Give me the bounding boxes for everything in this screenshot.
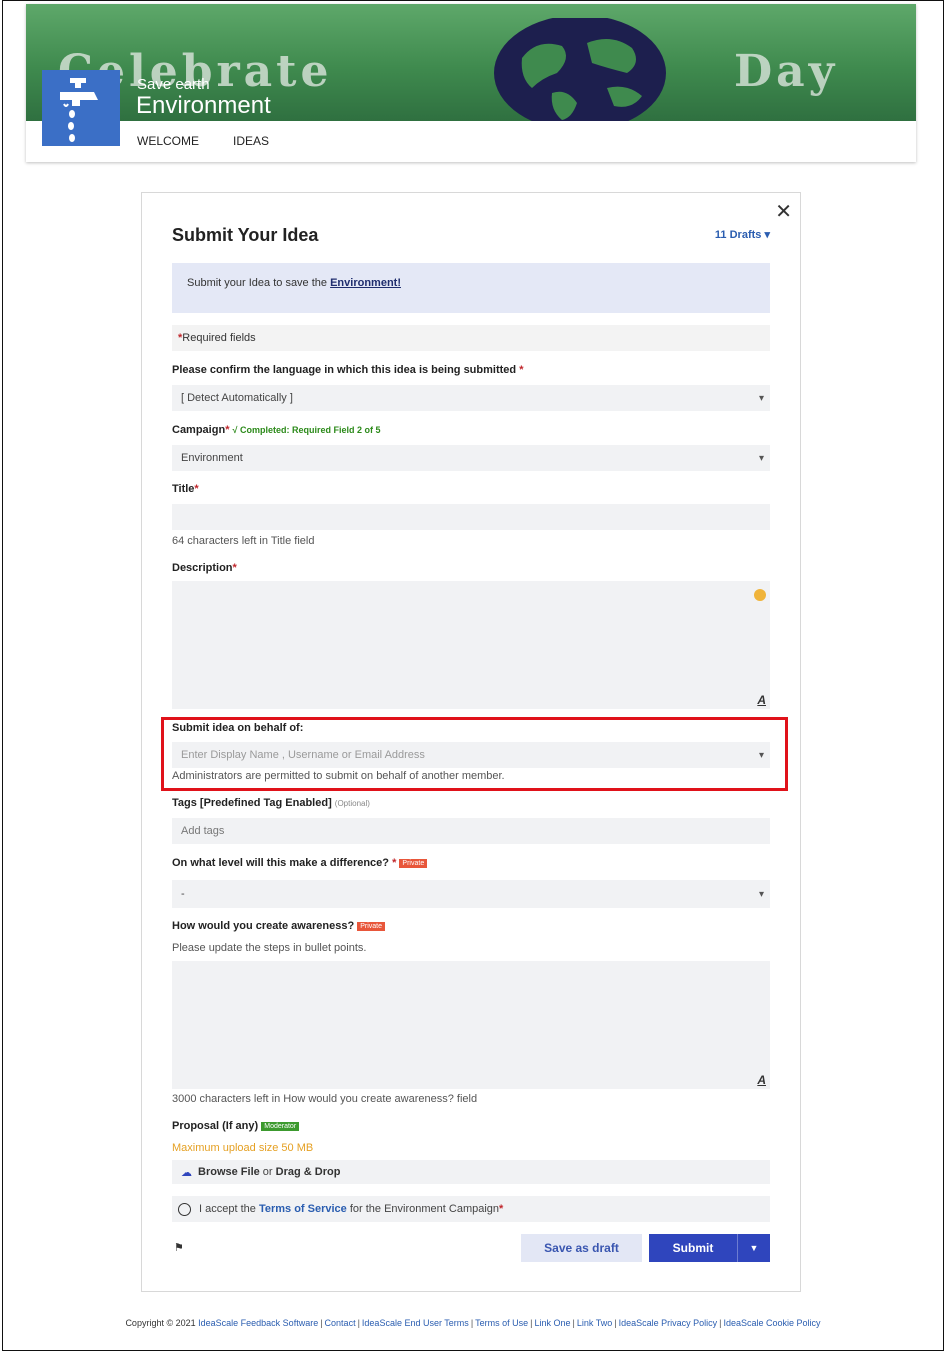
flag-icon[interactable]: ⚑ (174, 1241, 184, 1254)
tags-label-text: Tags [Predefined Tag Enabled] (172, 797, 332, 809)
footer-link-two[interactable]: Link Two (577, 1318, 612, 1328)
water-tap-icon (60, 78, 98, 142)
description-textarea[interactable]: A (172, 581, 770, 709)
required-fields-note: *Required fields (172, 325, 770, 351)
text-format-icon[interactable]: A (757, 1073, 766, 1087)
environment-link[interactable]: Environment! (330, 277, 401, 289)
info-banner: Submit your Idea to save the Environment… (172, 263, 770, 313)
accept-terms-radio[interactable] (178, 1202, 191, 1216)
footer-link-one[interactable]: Link One (535, 1318, 571, 1328)
description-label-text: Description (172, 562, 233, 574)
max-upload-size: Maximum upload size 50 MB (172, 1142, 314, 1154)
awareness-label-text: How would you create awareness? (172, 920, 355, 932)
title-label: Title* (172, 483, 199, 495)
private-badge: Private (399, 858, 428, 868)
required-fields-text: Required fields (182, 332, 256, 344)
campaign-label: Campaign* √ Completed: Required Field 2 … (172, 424, 381, 436)
campaign-label-text: Campaign (172, 424, 226, 436)
title-input[interactable] (172, 504, 770, 530)
site-header: Celebrate Day Save earth Environment WEL… (26, 4, 916, 162)
awareness-label: How would you create awareness? Private (172, 920, 386, 932)
globe-icon (494, 18, 666, 121)
campaign-completed-status: √ Completed: Required Field 2 of 5 (232, 425, 381, 435)
footer-link-contact[interactable]: Contact (325, 1318, 356, 1328)
text-format-icon[interactable]: A (757, 693, 766, 707)
campaign-value: Environment (181, 452, 243, 464)
moderator-badge: Moderator (261, 1121, 300, 1131)
accept-terms-row[interactable]: I accept the Terms of Service for the En… (172, 1196, 770, 1222)
required-star: * (499, 1203, 504, 1215)
drafts-dropdown[interactable]: 11 Drafts ▾ (715, 228, 770, 241)
save-draft-button[interactable]: Save as draft (521, 1234, 642, 1262)
browse-file-label: Browse File (198, 1166, 260, 1178)
main-nav: WELCOME IDEAS (137, 134, 269, 148)
language-select[interactable]: [ Detect Automatically ] (172, 385, 770, 411)
chevron-down-icon: ▾ (764, 229, 770, 241)
required-star: * (232, 562, 237, 574)
awareness-char-count: 3000 characters left in How would you cr… (172, 1093, 478, 1105)
upload-or-text: or (259, 1166, 276, 1178)
submit-label: Submit (672, 1241, 714, 1255)
required-star: * (392, 857, 397, 869)
tags-label: Tags [Predefined Tag Enabled] (Optional) (172, 797, 370, 809)
emoji-icon[interactable] (754, 589, 766, 601)
required-star: * (519, 364, 524, 376)
submit-button[interactable]: Submit ▼ (649, 1234, 770, 1262)
private-badge: Private (357, 921, 386, 931)
tags-input[interactable]: Add tags (172, 818, 770, 844)
level-label: On what level will this make a differenc… (172, 857, 428, 869)
tags-placeholder: Add tags (181, 825, 225, 837)
drafts-label: 11 Drafts (714, 229, 762, 241)
terms-of-service-link[interactable]: Terms of Service (259, 1203, 347, 1215)
awareness-textarea[interactable]: A (172, 961, 770, 1089)
required-star: * (194, 483, 199, 495)
awareness-help-top: Please update the steps in bullet points… (172, 942, 367, 954)
drag-drop-label: Drag & Drop (275, 1166, 341, 1178)
footer-link-end-user-terms[interactable]: IdeaScale End User Terms (362, 1318, 469, 1328)
highlight-box (161, 717, 788, 791)
footer-link-privacy[interactable]: IdeaScale Privacy Policy (619, 1318, 718, 1328)
submit-dropdown-icon[interactable]: ▼ (737, 1234, 770, 1262)
banner-word-day: Day (734, 46, 839, 97)
title-label-text: Title (172, 483, 195, 495)
footer-link-feedback-software[interactable]: IdeaScale Feedback Software (198, 1318, 318, 1328)
accept-suffix: for the Environment Campaign (346, 1203, 500, 1215)
language-label: Please confirm the language in which thi… (172, 364, 523, 376)
close-icon[interactable]: ✕ (775, 199, 792, 224)
language-label-text: Please confirm the language in which thi… (172, 364, 517, 376)
description-label: Description* (172, 562, 237, 574)
cloud-upload-icon: ☁ (181, 1166, 192, 1179)
optional-tag: (Optional) (334, 799, 370, 808)
proposal-label: Proposal (If any) Moderator (172, 1120, 300, 1132)
level-label-text: On what level will this make a differenc… (172, 857, 390, 869)
footer: Copyright © 2021 IdeaScale Feedback Soft… (125, 1318, 821, 1328)
level-select[interactable]: - (172, 880, 770, 908)
proposal-label-text: Proposal (If any) (172, 1120, 259, 1132)
nav-ideas[interactable]: IDEAS (233, 134, 269, 148)
nav-welcome[interactable]: WELCOME (137, 134, 199, 148)
required-star: * (225, 424, 230, 436)
info-text: Submit your Idea to save the (187, 277, 331, 289)
title-char-count: 64 characters left in Title field (172, 535, 315, 547)
footer-link-cookie[interactable]: IdeaScale Cookie Policy (723, 1318, 820, 1328)
language-value: [ Detect Automatically ] (181, 392, 293, 404)
level-value: - (181, 888, 185, 900)
file-upload-zone[interactable]: ☁ Browse File or Drag & Drop (172, 1160, 770, 1184)
save-draft-label: Save as draft (544, 1241, 619, 1255)
site-subtitle: Save earth (137, 76, 210, 93)
site-logo[interactable] (42, 70, 120, 146)
copyright: Copyright © 2021 (125, 1318, 199, 1328)
modal-title: Submit Your Idea (172, 225, 319, 245)
site-title: Environment (136, 92, 271, 119)
campaign-select[interactable]: Environment (172, 445, 770, 471)
accept-prefix: I accept the (199, 1203, 259, 1215)
footer-link-terms-of-use[interactable]: Terms of Use (475, 1318, 528, 1328)
